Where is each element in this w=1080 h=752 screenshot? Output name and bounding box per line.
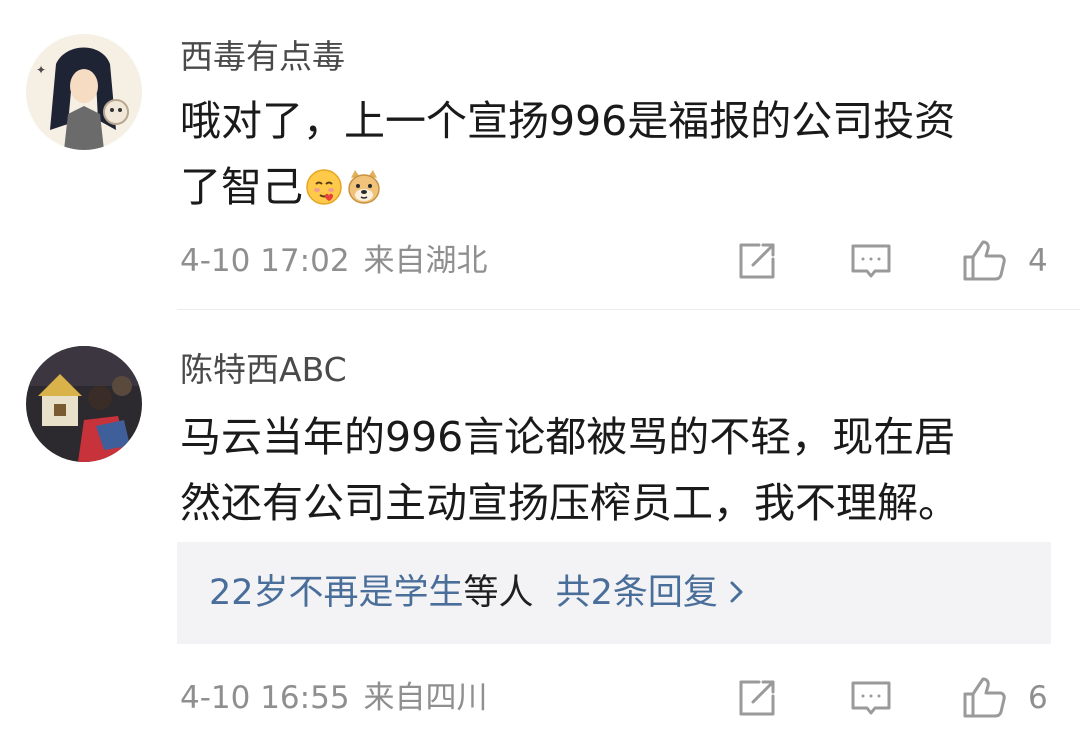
comment-time: 4-10 16:55 [180, 680, 350, 716]
doge-emoji-icon [345, 168, 383, 206]
comment-meta-text: 4-10 16:55 来自四川 [180, 679, 488, 717]
comment-time: 4-10 17:02 [180, 243, 350, 279]
comment-text: 马云当年的996言论都被骂的不轻，现在居 然还有公司主动宣扬压榨员工，我不理解。 [180, 404, 1050, 536]
reply-button[interactable] [846, 236, 896, 286]
reply-author-link[interactable]: 22岁不再是学生 [209, 573, 464, 613]
replies-preview[interactable]: 22岁不再是学生等人 共2条回复 [177, 542, 1051, 644]
chevron-right-icon [728, 578, 746, 606]
comment-meta-text: 4-10 17:02 来自湖北 [180, 242, 488, 280]
comment-icon [849, 676, 893, 720]
comment-location: 来自湖北 [363, 243, 488, 279]
share-icon [735, 239, 779, 283]
comment-text-line-with-emoji: 了智己 [180, 154, 1050, 220]
comment-text: 哦对了，上一个宣扬996是福报的公司投资 了智己 [180, 88, 1050, 220]
thumbs-up-icon [961, 674, 1009, 722]
like-count: 6 [1028, 680, 1048, 716]
like-count: 4 [1028, 243, 1048, 279]
comment-username[interactable]: 陈特西ABC [180, 350, 347, 390]
comment-text-line: 马云当年的996言论都被骂的不轻，现在居 [180, 413, 956, 461]
comment-text-line: 然还有公司主动宣扬压榨员工，我不理解。 [180, 479, 959, 527]
comment-text-line: 哦对了，上一个宣扬996是福报的公司投资 [180, 97, 956, 145]
comment-icon [849, 239, 893, 283]
share-icon [735, 676, 779, 720]
replies-preview-text: 22岁不再是学生等人 共2条回复 [209, 572, 746, 614]
svg-text:✦: ✦ [36, 63, 46, 77]
comment-item: ✦ 西毒有点毒 哦对了，上一个宣扬996是福报的公司投资 了智己 4-10 17… [0, 0, 1080, 310]
comment-meta: 4-10 17:02 来自湖北 4 [180, 236, 1080, 286]
reply-etc-label: 等人 [463, 573, 534, 613]
thumbs-up-icon [961, 237, 1009, 285]
comment-username[interactable]: 西毒有点毒 [180, 37, 345, 77]
view-replies-link[interactable]: 共2条回复 [556, 573, 718, 613]
share-button[interactable] [732, 236, 782, 286]
pleading-hearts-emoji-icon [305, 168, 343, 206]
comment-meta: 4-10 16:55 来自四川 6 [180, 673, 1080, 723]
comment-text-line: 了智己 [180, 163, 303, 211]
avatar[interactable] [26, 346, 142, 462]
comment-item: 陈特西ABC 马云当年的996言论都被骂的不轻，现在居 然还有公司主动宣扬压榨员… [0, 310, 1080, 752]
reply-button[interactable] [846, 673, 896, 723]
comment-location: 来自四川 [363, 680, 488, 716]
like-button[interactable] [960, 236, 1010, 286]
like-button[interactable] [960, 673, 1010, 723]
avatar[interactable]: ✦ [26, 34, 142, 150]
share-button[interactable] [732, 673, 782, 723]
